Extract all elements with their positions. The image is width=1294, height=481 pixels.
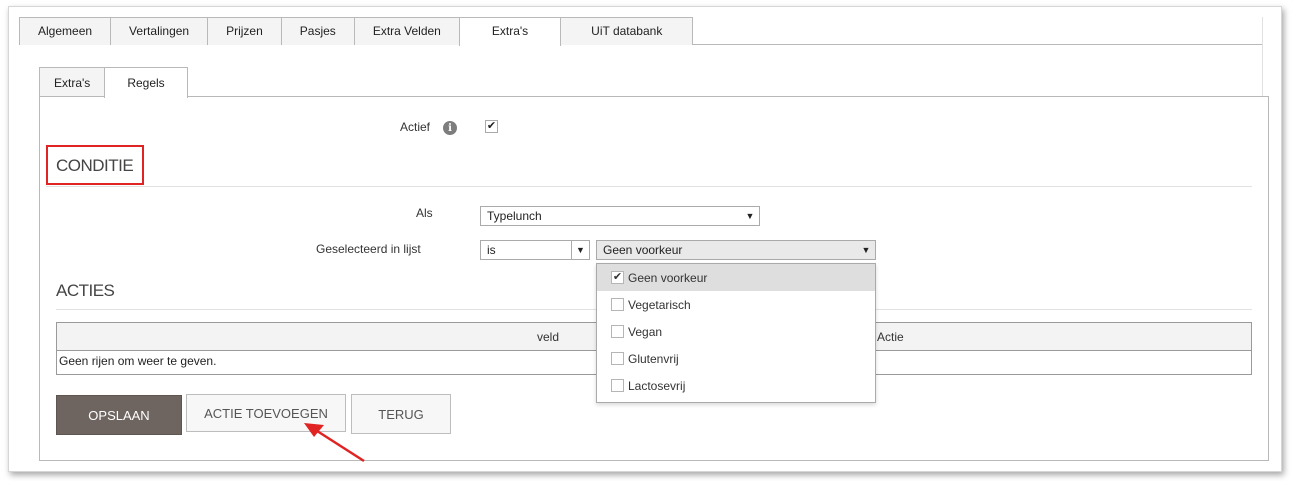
option-label: Vegetarisch <box>628 297 691 312</box>
tab-inner-regels[interactable]: Regels <box>104 67 188 98</box>
als-select[interactable]: Typelunch ▼ <box>480 206 760 226</box>
option-checkbox[interactable] <box>611 379 624 392</box>
list-dropdown: ✔ Geen voorkeur Vegetarisch Vegan Gluten… <box>596 263 876 403</box>
caret-down-icon: ▼ <box>861 245 871 255</box>
column-header-veld[interactable]: veld <box>537 330 559 344</box>
check-icon: ✔ <box>486 120 497 132</box>
tab-pasjes[interactable]: Pasjes <box>280 17 355 45</box>
list-multiselect[interactable]: Geen voorkeur ▼ <box>596 240 876 260</box>
actief-label: Actief <box>400 120 431 134</box>
option-label: Lactosevrij <box>628 378 686 393</box>
option-checkbox[interactable]: ✔ <box>611 271 624 284</box>
option-label: Vegan <box>628 324 663 339</box>
info-icon[interactable]: i <box>443 121 457 135</box>
list-multiselect-value: Geen voorkeur <box>603 243 683 257</box>
conditie-divider <box>46 186 1252 187</box>
caret-down-icon: ▼ <box>745 211 755 221</box>
tab-inner-extras[interactable]: Extra's <box>39 67 106 97</box>
top-tab-bar: Algemeen Vertalingen Prijzen Pasjes Extr… <box>19 17 694 46</box>
acties-title: ACTIES <box>56 281 115 300</box>
list-item[interactable]: ✔ Geen voorkeur <box>597 264 875 291</box>
tab-vertalingen[interactable]: Vertalingen <box>110 17 209 45</box>
list-item[interactable]: Vegetarisch <box>597 291 875 318</box>
option-label: Geen voorkeur <box>628 270 708 285</box>
list-item[interactable]: Vegan <box>597 318 875 345</box>
tab-prijzen[interactable]: Prijzen <box>207 17 282 45</box>
list-item[interactable]: Glutenvrij <box>597 345 875 372</box>
rules-panel: Actief i ✔ CONDITIE Als Typelunch ▼ Gese… <box>39 96 1269 463</box>
als-select-value: Typelunch <box>487 209 542 223</box>
operator-select-value: is <box>487 243 496 257</box>
main-window: Algemeen Vertalingen Prijzen Pasjes Extr… <box>8 6 1282 472</box>
option-checkbox[interactable] <box>611 325 624 338</box>
als-label: Als <box>416 206 433 220</box>
inner-tab-bar: Extra's Regels <box>39 67 188 98</box>
annotation-arrow-icon <box>304 423 365 463</box>
list-item[interactable]: Lactosevrij <box>597 372 875 399</box>
geselecteerd-label: Geselecteerd in lijst <box>316 242 421 256</box>
option-label: Glutenvrij <box>628 351 679 366</box>
tab-algemeen[interactable]: Algemeen <box>19 17 112 45</box>
caret-down-icon: ▼ <box>571 241 589 259</box>
option-checkbox[interactable] <box>611 352 624 365</box>
tab-uit-databank[interactable]: UiT databank <box>560 17 694 45</box>
tab-extra-velden[interactable]: Extra Velden <box>353 17 460 45</box>
operator-select[interactable]: is ▼ <box>480 240 590 260</box>
actief-checkbox[interactable]: ✔ <box>485 120 498 133</box>
option-checkbox[interactable] <box>611 298 624 311</box>
tab-extras[interactable]: Extra's <box>458 17 562 46</box>
check-icon: ✔ <box>612 271 623 283</box>
column-header-actie[interactable]: Actie <box>877 330 904 344</box>
save-button[interactable]: OPSLAAN <box>56 395 182 435</box>
conditie-title: CONDITIE <box>56 156 134 175</box>
